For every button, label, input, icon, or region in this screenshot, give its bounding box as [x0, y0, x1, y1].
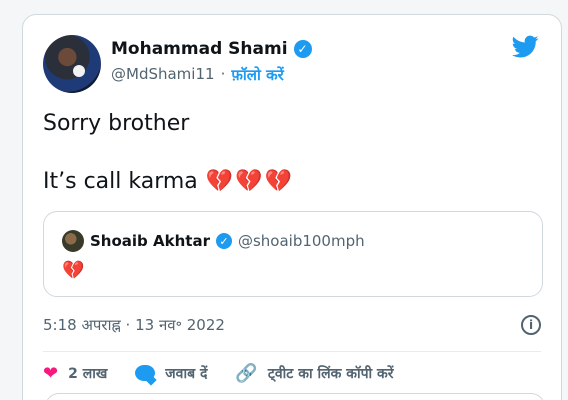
author-handle[interactable]: @MdShami11 [111, 65, 215, 85]
tweet-text-line-2-row: It’s call karma 💔💔💔 [43, 169, 294, 194]
info-icon[interactable]: i [521, 315, 541, 335]
twitter-bird-icon[interactable] [509, 33, 541, 61]
like-button[interactable]: ❤ 2 लाख [43, 363, 107, 384]
handle-separator: · [220, 65, 226, 83]
quoted-tweet-header: Shoaib Akhtar ✓ @shoaib100mph [62, 230, 365, 252]
copy-link-label: ट्वीट का लिंक कॉपी करें [267, 365, 394, 382]
reply-label: जवाब दें [165, 365, 208, 382]
author-handle-row: @MdShami11 · फ़ॉलो करें [111, 65, 284, 85]
tweet-card: Mohammad Shami ✓ @MdShami11 · फ़ॉलो करें… [22, 14, 562, 400]
quoted-author-handle: @shoaib100mph [237, 232, 365, 250]
tweet-actions: ❤ 2 लाख जवाब दें 🔗 ट्वीट का लिंक कॉपी कर… [43, 357, 541, 389]
heart-icon: ❤ [43, 362, 59, 384]
tweet-text-line-1: Sorry brother [43, 111, 190, 136]
tweet-timestamp[interactable]: 5:18 अपराह्न · 13 नव॰ 2022 [43, 315, 225, 335]
quoted-author-name: Shoaib Akhtar [90, 232, 210, 250]
verified-badge-icon: ✓ [215, 233, 232, 249]
divider [43, 351, 541, 352]
avatar-detail [73, 65, 85, 77]
quoted-tweet[interactable]: Shoaib Akhtar ✓ @shoaib100mph 💔 [43, 211, 543, 297]
verified-badge-icon: ✓ [293, 40, 312, 58]
reply-bubble-icon [135, 365, 156, 381]
author-name[interactable]: Mohammad Shami [111, 39, 288, 59]
tweet-text-line-2: It’s call karma [43, 169, 198, 194]
broken-heart-emojis: 💔💔💔 [205, 169, 294, 194]
reply-button[interactable]: जवाब दें [135, 364, 207, 383]
quoted-author-avatar [62, 230, 84, 252]
follow-button[interactable]: फ़ॉलो करें [231, 65, 283, 85]
next-card-edge [45, 393, 545, 400]
like-count: 2 लाख [68, 365, 108, 382]
tweet-header: Mohammad Shami ✓ @MdShami11 · फ़ॉलो करें [43, 31, 541, 93]
link-icon: 🔗 [235, 362, 258, 384]
author-avatar[interactable] [43, 35, 101, 93]
quoted-tweet-body: 💔 [62, 260, 85, 281]
timestamp-row: 5:18 अपराह्न · 13 नव॰ 2022 i [43, 311, 541, 339]
author-name-row: Mohammad Shami ✓ [111, 39, 312, 59]
copy-link-button[interactable]: 🔗 ट्वीट का लिंक कॉपी करें [235, 363, 393, 384]
